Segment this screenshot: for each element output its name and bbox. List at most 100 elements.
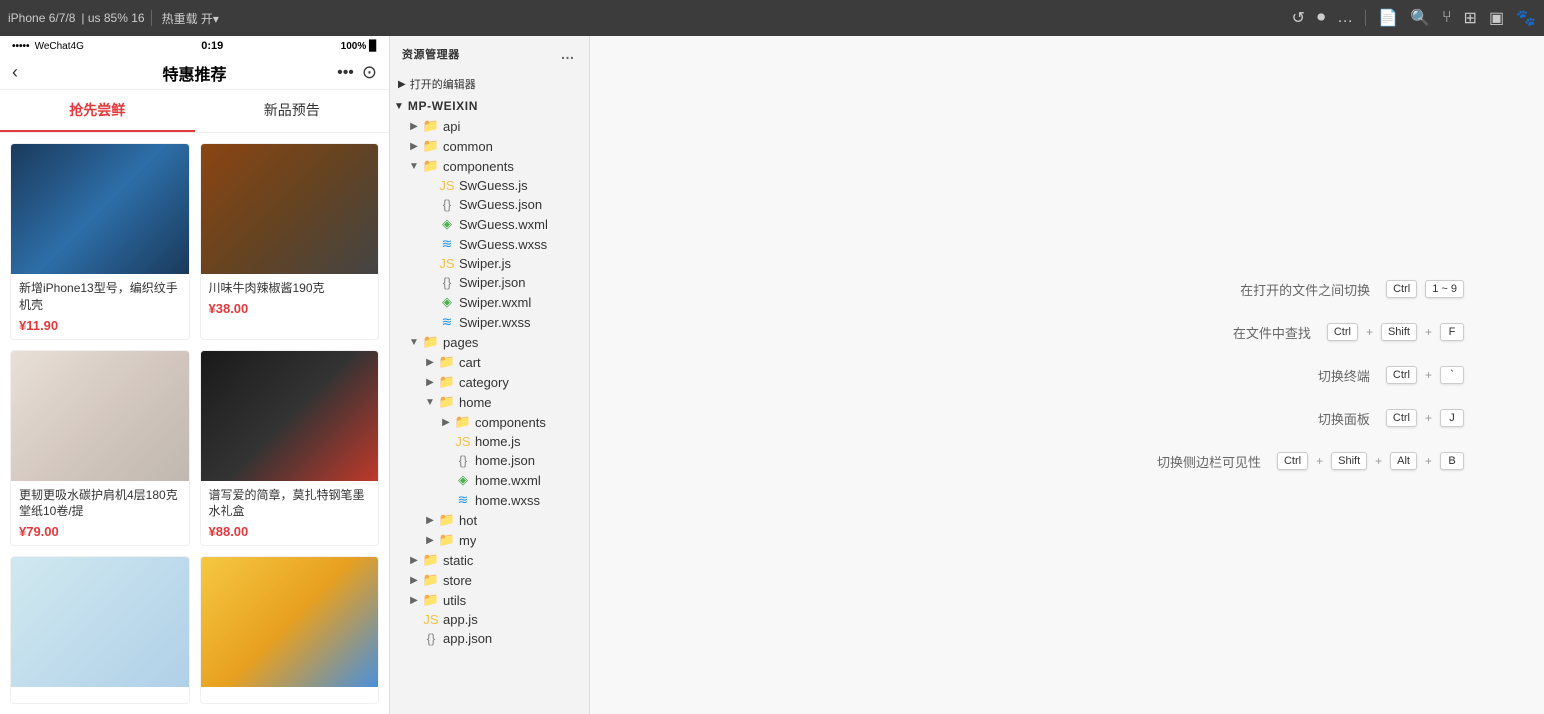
tree-item-static[interactable]: ▶ 📁 static (390, 550, 589, 570)
tree-label: home (459, 395, 492, 410)
product-price: ¥38.00 (209, 301, 371, 316)
tree-label: Swiper.js (459, 256, 511, 271)
tree-item-home-components[interactable]: ▶ 📁 components (390, 412, 589, 432)
back-button[interactable]: ‹ (12, 62, 18, 83)
tree-item-hot[interactable]: ▶ 📁 hot (390, 510, 589, 530)
tab-fresh[interactable]: 抢先尝鲜 (0, 90, 195, 132)
separator (151, 10, 152, 26)
tree-label: hot (459, 513, 477, 528)
table-icon[interactable]: ▣ (1489, 8, 1504, 28)
folder-icon: 📁 (438, 532, 456, 548)
shortcut-toggle-sidebar: 切换侧边栏可见性 Ctrl + Shift + Alt + B (1157, 452, 1464, 471)
product-image (11, 351, 189, 481)
product-info: 新增iPhone13型号，编织纹手机壳 ¥11.90 (11, 274, 189, 339)
product-price: ¥88.00 (209, 524, 371, 539)
key-shift: Shift (1331, 452, 1367, 470)
key-ctrl: Ctrl (1386, 409, 1417, 427)
battery-status: 100% ▉ (341, 40, 377, 52)
signal: ••••• (12, 41, 30, 52)
tree-label: SwGuess.wxss (459, 237, 547, 252)
wxml-file-icon: ◈ (438, 294, 456, 310)
product-info: 谱写爱的简章，莫扎特钢笔墨水礼盒 ¥88.00 (201, 481, 379, 546)
tree-label: store (443, 573, 472, 588)
tree-item-pages[interactable]: ▼ 📁 pages (390, 332, 589, 352)
tree-item-home-js[interactable]: JS home.js (390, 432, 589, 451)
hotreload-btn[interactable]: 热重载 开▾ (158, 8, 223, 29)
plus-sep: + (1375, 454, 1382, 468)
key-ctrl: Ctrl (1327, 323, 1358, 341)
tree-item-components[interactable]: ▼ 📁 components (390, 156, 589, 176)
record-icon[interactable]: ⏺ (1317, 9, 1325, 27)
tree-item-my[interactable]: ▶ 📁 my (390, 530, 589, 550)
product-name: 川味牛肉辣椒酱190克 (209, 280, 371, 297)
tree-item-home-wxml[interactable]: ◈ home.wxml (390, 470, 589, 490)
tree-item-swiper-json[interactable]: {} Swiper.json (390, 273, 589, 292)
tree-item-store[interactable]: ▶ 📁 store (390, 570, 589, 590)
nav-title: 特惠推荐 (162, 61, 226, 85)
key-shift: Shift (1381, 323, 1417, 341)
tree-item-app-js[interactable]: JS app.js (390, 610, 589, 629)
list-item[interactable]: 新增iPhone13型号，编织纹手机壳 ¥11.90 (10, 143, 190, 340)
tree-item-home[interactable]: ▼ 📁 home (390, 392, 589, 412)
tree-item-cart[interactable]: ▶ 📁 cart (390, 352, 589, 372)
folder-icon: 📁 (422, 118, 440, 134)
tree-label: pages (443, 335, 478, 350)
key-alt: Alt (1390, 452, 1417, 470)
tree-item-utils[interactable]: ▶ 📁 utils (390, 590, 589, 610)
list-item[interactable] (200, 556, 380, 704)
folder-icon: 📁 (438, 512, 456, 528)
refresh-icon[interactable]: ↺ (1292, 8, 1305, 28)
tree-item-swguess-wxml[interactable]: ◈ SwGuess.wxml (390, 214, 589, 234)
file-icon[interactable]: 📄 (1378, 8, 1398, 28)
opened-editors-label: 打开的编辑器 (410, 76, 476, 92)
list-item[interactable] (10, 556, 190, 704)
project-root[interactable]: ▼ MP-WEIXIN (390, 96, 589, 116)
nav-target-icon[interactable]: ⊙ (362, 62, 377, 83)
product-list: 新增iPhone13型号，编织纹手机壳 ¥11.90 川味牛肉辣椒酱190克 ¥… (0, 133, 389, 714)
json-file-icon: {} (454, 453, 472, 468)
plus-sep: + (1366, 325, 1373, 339)
tree-item-swiper-wxss[interactable]: ≋ Swiper.wxss (390, 312, 589, 332)
tab-new[interactable]: 新品预告 (195, 90, 390, 132)
phone-simulator: ••••• WeChat4G 0:19 100% ▉ ‹ 特惠推荐 ••• ⊙ … (0, 36, 390, 714)
tree-label: my (459, 533, 476, 548)
tree-item-swiper-wxml[interactable]: ◈ Swiper.wxml (390, 292, 589, 312)
tree-item-swguess-wxss[interactable]: ≋ SwGuess.wxss (390, 234, 589, 254)
list-item[interactable]: 更韧更吸水碳护肩机4层180克堂纸10卷/提 ¥79.00 (10, 350, 190, 547)
nav-dots-icon[interactable]: ••• (337, 64, 354, 82)
tree-item-category[interactable]: ▶ 📁 category (390, 372, 589, 392)
tree-item-api[interactable]: ▶ 📁 api (390, 116, 589, 136)
grid-icon[interactable]: ⊞ (1464, 8, 1477, 28)
plus-sep: + (1316, 454, 1323, 468)
more-options-icon[interactable]: … (558, 44, 577, 64)
phone-navbar: ‹ 特惠推荐 ••• ⊙ (0, 56, 389, 90)
tree-label: home.wxml (475, 473, 541, 488)
opened-editors-section[interactable]: ▶ 打开的编辑器 (390, 72, 589, 96)
more-icon[interactable]: … (1337, 9, 1353, 27)
git-icon[interactable]: ⑂ (1442, 9, 1452, 27)
tree-item-swguess-js[interactable]: JS SwGuess.js (390, 176, 589, 195)
folder-orange-icon: 📁 (454, 414, 472, 430)
battery-percent: 100% (341, 41, 367, 52)
list-item[interactable]: 川味牛肉辣椒酱190克 ¥38.00 (200, 143, 380, 340)
product-image (11, 557, 189, 687)
js-file-icon: JS (438, 256, 456, 271)
tree-item-app-json[interactable]: {} app.json (390, 629, 589, 648)
tree-item-swguess-json[interactable]: {} SwGuess.json (390, 195, 589, 214)
key-f: F (1440, 323, 1464, 341)
shortcut-find-in-file: 在文件中查找 Ctrl + Shift + F (1233, 323, 1464, 342)
plus-sep: + (1425, 454, 1432, 468)
shortcut-toggle-panel: 切换面板 Ctrl + J (1318, 409, 1464, 428)
tree-label: app.json (443, 631, 492, 646)
tree-item-common[interactable]: ▶ 📁 common (390, 136, 589, 156)
chevron-right-icon: ▶ (422, 357, 438, 368)
search-icon[interactable]: 🔍 (1410, 8, 1430, 28)
nav-right-icons: ••• ⊙ (337, 62, 377, 83)
tree-item-swiper-js[interactable]: JS Swiper.js (390, 254, 589, 273)
chevron-right-icon: ▶ (406, 555, 422, 566)
tree-item-home-json[interactable]: {} home.json (390, 451, 589, 470)
product-price: ¥79.00 (19, 524, 181, 539)
paw-icon[interactable]: 🐾 (1516, 8, 1536, 28)
tree-item-home-wxss[interactable]: ≋ home.wxss (390, 490, 589, 510)
list-item[interactable]: 谱写爱的简章，莫扎特钢笔墨水礼盒 ¥88.00 (200, 350, 380, 547)
